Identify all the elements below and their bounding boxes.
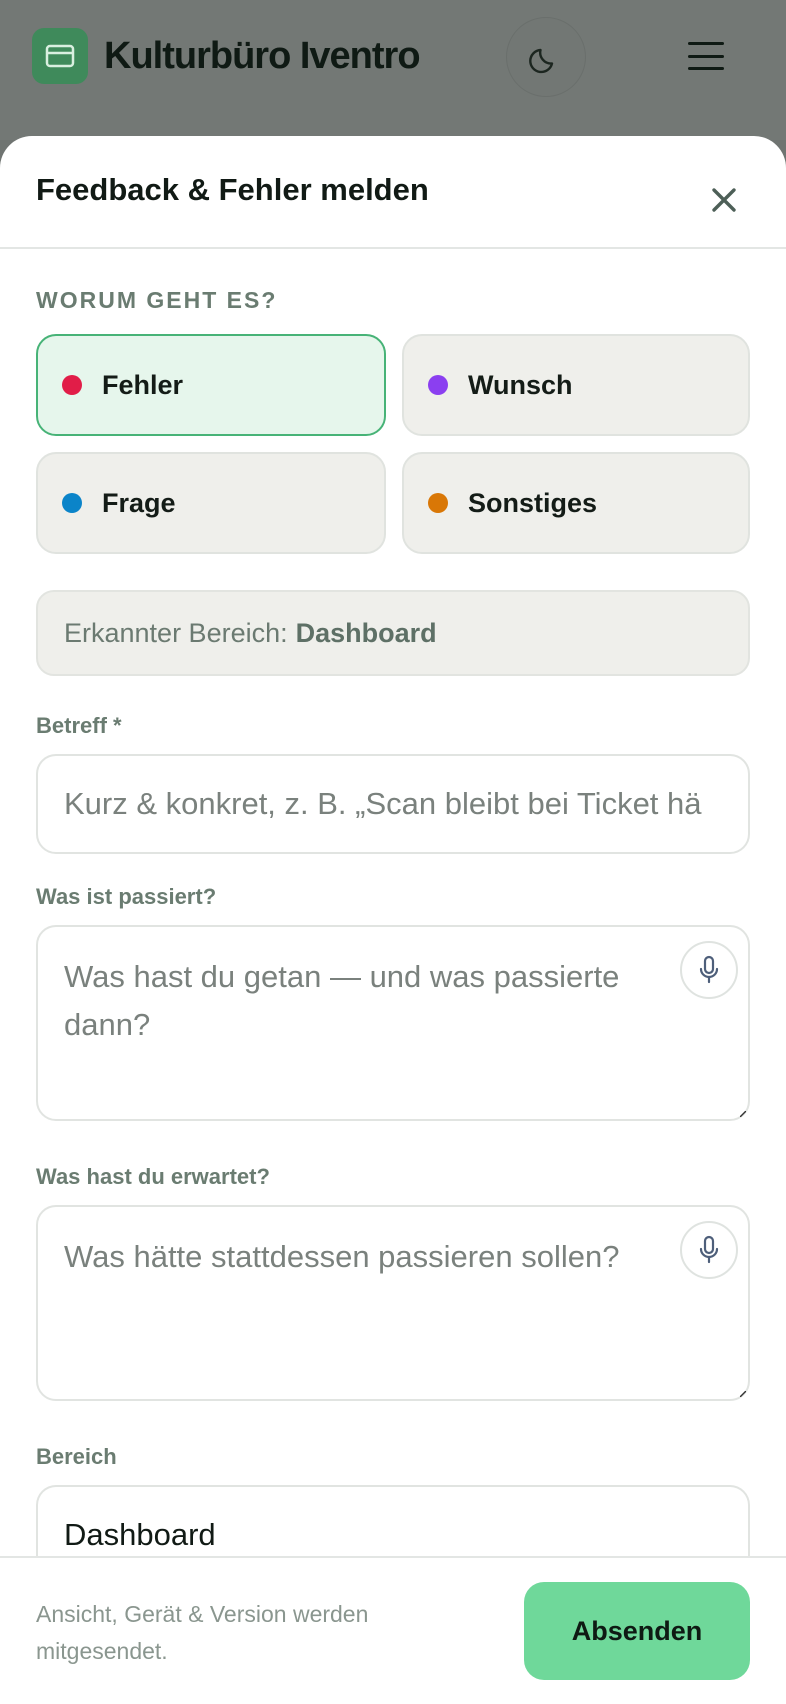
footer-note: Ansicht, Gerät & Version werden mitgesen…	[36, 1601, 369, 1664]
submit-button[interactable]: Absenden	[524, 1582, 750, 1680]
logo[interactable]	[32, 28, 88, 84]
menu-button[interactable]	[684, 36, 728, 76]
app-header: Kulturbüro Iventro	[0, 0, 786, 140]
microphone-icon	[699, 955, 719, 984]
area-select-value: Dashboard	[64, 1517, 216, 1552]
purple-dot-icon	[428, 375, 448, 395]
expected-textarea[interactable]	[38, 1207, 748, 1397]
theme-toggle-button[interactable]	[506, 17, 586, 97]
expected-label: Was hast du erwartet?	[36, 1164, 270, 1189]
sheet-header: Feedback & Fehler melden	[0, 136, 786, 249]
dictate-button[interactable]	[680, 941, 738, 999]
subject-input[interactable]	[38, 756, 748, 852]
type-section-label: WORUM GEHT ES?	[36, 287, 278, 313]
type-option-label: Frage	[102, 487, 176, 518]
what-happened-textarea[interactable]	[38, 927, 748, 1117]
sheet-footer: Ansicht, Gerät & Version werden mitgesen…	[0, 1556, 786, 1704]
microphone-icon	[699, 1235, 719, 1264]
orange-dot-icon	[428, 493, 448, 513]
what-happened-label: Was ist passiert?	[36, 884, 217, 909]
subject-field	[36, 754, 750, 854]
area-label: Bereich	[36, 1444, 117, 1469]
dialog-title: Feedback & Fehler melden	[36, 172, 429, 207]
type-option-label: Sonstiges	[468, 487, 598, 518]
red-dot-icon	[62, 375, 82, 395]
detected-area-value: Dashboard	[295, 617, 437, 648]
feedback-sheet: Feedback & Fehler melden WORUM GEHT ES? …	[0, 136, 786, 1704]
type-option-label: Fehler	[102, 369, 184, 400]
detected-area-banner: Erkannter Bereich: Dashboard	[36, 590, 750, 676]
detected-area-prefix: Erkannter Bereich:	[64, 617, 288, 648]
resize-grip-icon[interactable]	[740, 1111, 746, 1117]
close-button[interactable]	[698, 174, 750, 226]
type-option-wunsch[interactable]: Wunsch	[402, 334, 750, 436]
type-option-frage[interactable]: Frage	[36, 452, 386, 554]
resize-grip-icon[interactable]	[740, 1391, 746, 1397]
dictate-button[interactable]	[680, 1221, 738, 1279]
blue-dot-icon	[62, 493, 82, 513]
close-icon	[712, 188, 736, 212]
what-happened-field	[36, 925, 750, 1121]
hamburger-icon	[688, 42, 724, 45]
moon-icon	[529, 48, 554, 74]
type-option-label: Wunsch	[468, 369, 573, 400]
type-option-fehler[interactable]: Fehler	[36, 334, 386, 436]
expected-field	[36, 1205, 750, 1401]
card-icon	[45, 44, 75, 68]
app-title: Kulturbüro Iventro	[104, 35, 421, 77]
type-option-sonstiges[interactable]: Sonstiges	[402, 452, 750, 554]
subject-label: Betreff *	[36, 713, 122, 738]
